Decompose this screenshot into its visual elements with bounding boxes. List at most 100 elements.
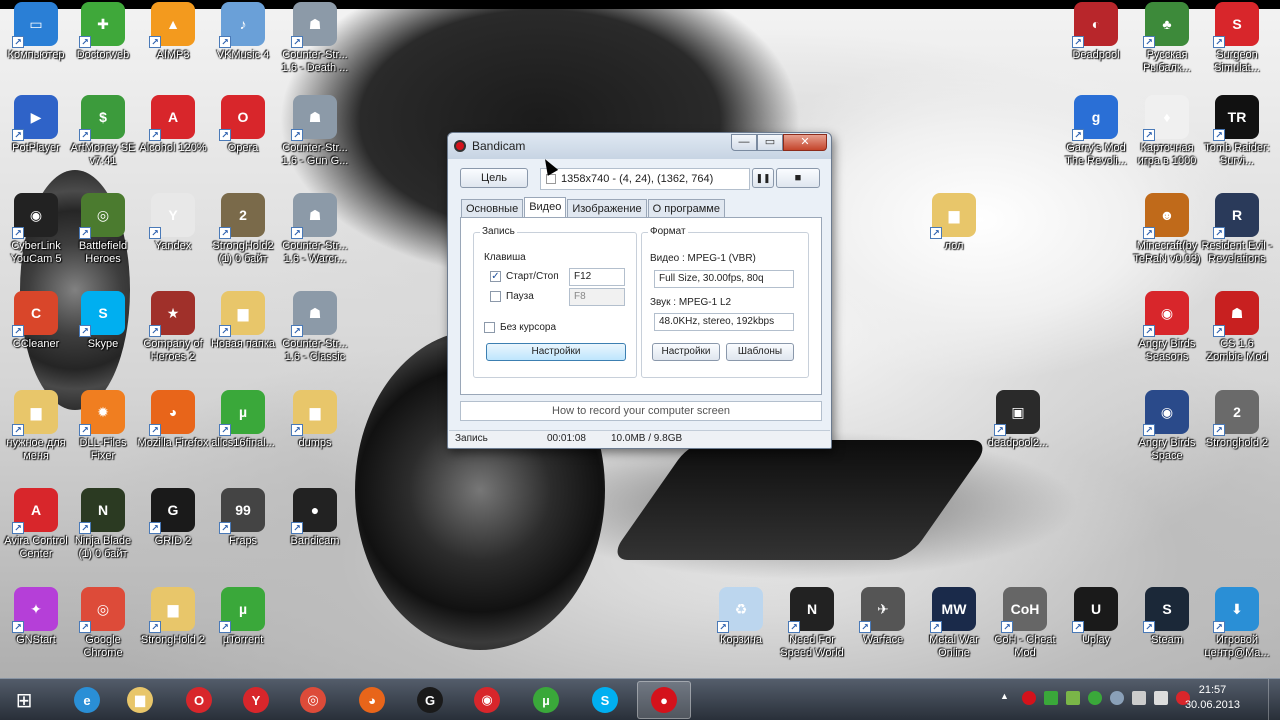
taskbar-item-skype[interactable]: S: [578, 681, 632, 719]
desktop-icon-русская-рыбалк[interactable]: ♣ ↗ Русская Рыбалк...: [1131, 2, 1203, 75]
desktop-icon-stronghold2-1-0-байт[interactable]: 2 ↗ StrongHold2 (1) 0 байт: [207, 193, 279, 266]
bandicam-window[interactable]: Bandicam — ▭ ✕ Цель 1358x740 - (4, 24), …: [447, 132, 832, 449]
desktop-icon-vkmusic-4[interactable]: ♪ ↗ VKMusic 4: [207, 2, 279, 62]
no-cursor-checkbox[interactable]: [484, 322, 495, 333]
maximize-button[interactable]: ▭: [757, 134, 783, 151]
desktop-icon-steam[interactable]: S ↗ Steam: [1131, 587, 1203, 647]
start-stop-checkbox[interactable]: ✓: [490, 271, 501, 282]
region-display[interactable]: 1358x740 - (4, 24), (1362, 764): [540, 168, 750, 190]
desktop-icon-metal-war-online[interactable]: MW ↗ Metal War Online: [918, 587, 990, 660]
close-button[interactable]: ✕: [783, 134, 827, 151]
desktop-icon-avira-control-center[interactable]: A ↗ Avira Control Center: [0, 488, 72, 561]
taskbar-item-bandicam[interactable]: ●: [637, 681, 691, 719]
start-button[interactable]: ⊞: [4, 683, 44, 717]
desktop-icon-ninja-blade-1-0-байт[interactable]: N ↗ Ninja Blade (1) 0 байт: [67, 488, 139, 561]
desktop-icon-angry-birds-seasons[interactable]: ◉ ↗ Angry Birds Seasons: [1131, 291, 1203, 364]
desktop-icon-counter-str-1-6-classic[interactable]: ☗ ↗ Counter-Str... 1.6 - Classic: [279, 291, 351, 364]
desktop-icon-battlefield-heroes[interactable]: ◎ ↗ Battlefield Heroes: [67, 193, 139, 266]
desktop-icon-counter-str-1-6-warcr[interactable]: ☗ ↗ Counter-Str... 1.6 - Warcr...: [279, 193, 351, 266]
desktop-icon-torrent[interactable]: µ ↗ µTorrent: [207, 587, 279, 647]
desktop-icon-карточная-игра-в-1000[interactable]: ♦ ↗ Карточная игра в 1000: [1131, 95, 1203, 168]
desktop-icon-counter-str-1-6-death[interactable]: ☗ ↗ Counter-Str... 1.6 - Death ...: [279, 2, 351, 75]
desktop-icon-need-for-speed-world[interactable]: N ↗ Need For Speed World: [776, 587, 848, 660]
taskbar-item-utorrent[interactable]: µ: [519, 681, 573, 719]
taskbar-item-chrome[interactable]: ◎: [286, 681, 340, 719]
pause-hotkey-field[interactable]: F8: [569, 288, 625, 306]
tray-expand-arrow-icon[interactable]: ▲: [1000, 691, 1009, 701]
desktop-icon-garry-s-mod-the-revoli[interactable]: g ↗ Garry's Mod The Revoli...: [1060, 95, 1132, 168]
network-tray-icon[interactable]: [1132, 691, 1146, 705]
tab-image[interactable]: Изображение: [567, 199, 647, 217]
desktop-icon-tomb-raider-survi[interactable]: TR ↗ Tomb Raider: Survi...: [1201, 95, 1273, 168]
tab-about[interactable]: О программе: [647, 199, 725, 217]
taskbar-item-opera[interactable]: O: [172, 681, 226, 719]
taskbar-item-grid2[interactable]: G: [403, 681, 457, 719]
taskbar-item-yandex[interactable]: Y: [229, 681, 283, 719]
desktop-icon-fraps[interactable]: 99 ↗ Fraps: [207, 488, 279, 548]
desktop-icon-doctorweb[interactable]: ✚ ↗ Doctorweb: [67, 2, 139, 62]
tab-main[interactable]: Основные: [461, 199, 524, 217]
desktop-icon-grid-2[interactable]: G ↗ GRID 2: [137, 488, 209, 548]
desktop-icon-cyberlink-youcam-5[interactable]: ◉ ↗ CyberLink YouCam 5: [0, 193, 72, 266]
desktop-icon-aimp3[interactable]: ▲ ↗ AIMP3: [137, 2, 209, 62]
pause-button[interactable]: ❚❚: [752, 168, 774, 188]
show-desktop-button[interactable]: [1268, 679, 1280, 720]
update-tray-icon[interactable]: [1044, 691, 1058, 705]
desktop-icon-minecraft-by-teran-v0-03[interactable]: ☻ ↗ Minecraft(by TeRaN v0.03): [1131, 193, 1203, 266]
desktop-icon-google-chrome[interactable]: ◎ ↗ Google Chrome: [67, 587, 139, 660]
desktop-icon-компьютер[interactable]: ▭ ↗ Компьютер: [0, 2, 72, 62]
desktop-icon-ccleaner[interactable]: C ↗ CCleaner: [0, 291, 72, 351]
desktop-icon-gnstart[interactable]: ✦ ↗ GNStart: [0, 587, 72, 647]
desktop-icon-dll-files-fixer[interactable]: ✹ ↗ DLL-Files Fixer: [67, 390, 139, 463]
desktop-icon-warface[interactable]: ✈ ↗ Warface: [847, 587, 919, 647]
desktop-icon-корзина[interactable]: ♻ ↗ Корзина: [705, 587, 777, 647]
desktop-icon-dumps[interactable]: ▆ ↗ dumps: [279, 390, 351, 450]
taskbar-item-explorer[interactable]: ▆: [113, 681, 167, 719]
tab-video[interactable]: Видео: [524, 197, 567, 217]
desktop-icon-uplay[interactable]: U ↗ Uplay: [1060, 587, 1132, 647]
desktop-icon-deadpool2[interactable]: ▣ ↗ deadpool2...: [982, 390, 1054, 450]
desktop-icon-игровой-центр-ma[interactable]: ⬇ ↗ Игровой центр@Ma...: [1201, 587, 1273, 660]
desktop-icon-opera[interactable]: O ↗ Opera: [207, 95, 279, 155]
desktop-icon-alcohol-120[interactable]: A ↗ Alcohol 120%: [137, 95, 209, 155]
desktop-icon-allcs16final[interactable]: µ ↗ allcs16final...: [207, 390, 279, 450]
desktop-icon-angry-birds-space[interactable]: ◉ ↗ Angry Birds Space: [1131, 390, 1203, 463]
desktop-icon-cs-1-6-zombie-mod[interactable]: ☗ ↗ CS 1.6 Zombie Mod: [1201, 291, 1273, 364]
desktop-icon-resident-evil-revelations[interactable]: R ↗ Resident Evil - Revelations: [1201, 193, 1273, 266]
desktop-icon-stronghold-2[interactable]: 2 ↗ Stronghold 2: [1201, 390, 1273, 450]
tray-clock[interactable]: 21:57 30.06.2013: [1185, 683, 1240, 713]
desktop-icon-skype[interactable]: S ↗ Skype: [67, 291, 139, 351]
pause-checkbox[interactable]: [490, 291, 501, 302]
title-bar[interactable]: Bandicam — ▭ ✕: [448, 133, 831, 159]
desktop-icon-нужное-для-меня[interactable]: ▆ ↗ нужное для меня: [0, 390, 72, 463]
desktop-icon-bandicam[interactable]: ● ↗ Bandicam: [279, 488, 351, 548]
desktop-icon-лол[interactable]: ▆ ↗ лол: [918, 193, 990, 253]
howto-link[interactable]: How to record your computer screen: [460, 401, 822, 421]
desktop-icon-counter-str-1-6-gun-g[interactable]: ☗ ↗ Counter-Str... 1.6 - Gun G...: [279, 95, 351, 168]
record-settings-button[interactable]: Настройки: [486, 343, 626, 361]
desktop-icon-company-of-heroes-2[interactable]: ★ ↗ Company of Heroes 2: [137, 291, 209, 364]
minimize-button[interactable]: —: [731, 134, 757, 151]
steam-tray-icon[interactable]: [1110, 691, 1124, 705]
bandicam-tray-icon[interactable]: [1022, 691, 1036, 705]
taskbar-item-firefox[interactable]: ◕: [345, 681, 399, 719]
desktop-icon-coh-cheat-mod[interactable]: CoH ↗ CoH - Cheat Mod: [989, 587, 1061, 660]
nvidia-tray-icon[interactable]: [1066, 691, 1080, 705]
taskbar-item-angry-birds[interactable]: ◉: [460, 681, 514, 719]
target-button[interactable]: Цель: [460, 168, 528, 188]
templates-button[interactable]: Шаблоны: [726, 343, 794, 361]
format-settings-button[interactable]: Настройки: [652, 343, 720, 361]
desktop-icon-yandex[interactable]: Y ↗ Yandex: [137, 193, 209, 253]
desktop-icon-stronghold-2[interactable]: ▆ ↗ StrongHold 2: [137, 587, 209, 647]
desktop-icon-potplayer[interactable]: ▶ ↗ PotPlayer: [0, 95, 72, 155]
taskbar-item-ie[interactable]: e: [60, 681, 114, 719]
desktop-icon-новая-папка[interactable]: ▆ ↗ Новая папка: [207, 291, 279, 351]
desktop-icon-surgeon-simulat[interactable]: S ↗ Surgeon Simulat...: [1201, 2, 1273, 75]
desktop-icon-mozilla-firefox[interactable]: ◕ ↗ Mozilla Firefox: [137, 390, 209, 450]
desktop-icon-deadpool[interactable]: ◐ ↗ Deadpool: [1060, 2, 1132, 62]
utorrent-tray-icon[interactable]: [1088, 691, 1102, 705]
desktop-icon-artmoney-se-v7-41[interactable]: $ ↗ ArtMoney SE v7.41: [67, 95, 139, 168]
volume-tray-icon[interactable]: [1154, 691, 1168, 705]
stop-button[interactable]: ■: [776, 168, 820, 188]
start-stop-hotkey-field[interactable]: F12: [569, 268, 625, 286]
